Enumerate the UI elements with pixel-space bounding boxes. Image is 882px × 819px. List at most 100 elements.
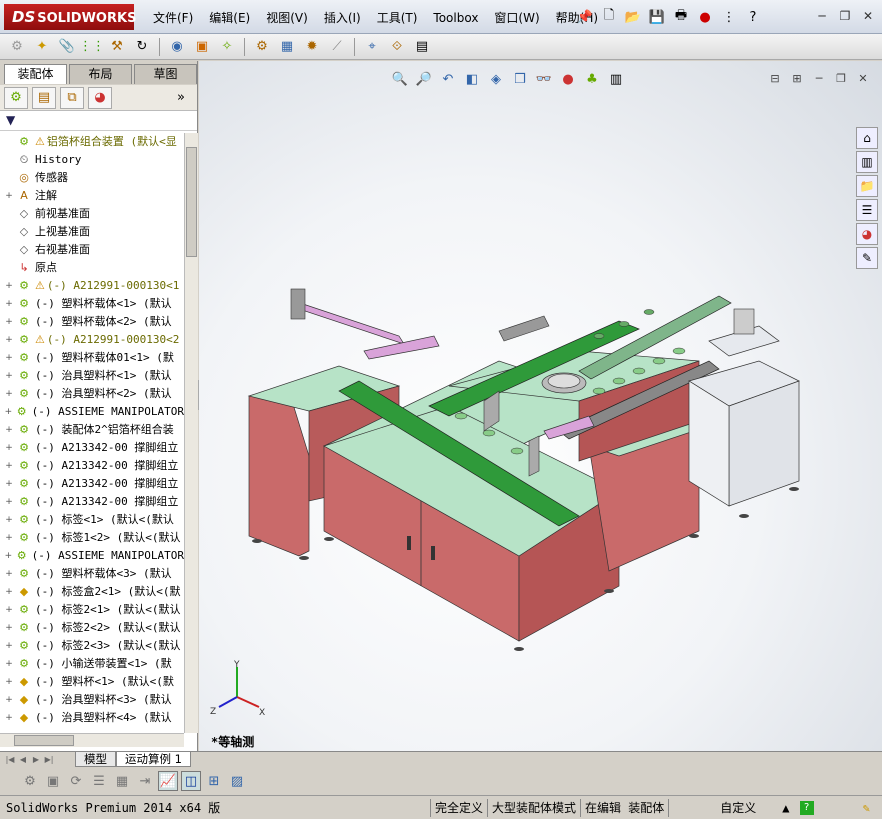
restore-icon[interactable]: ❐ (835, 7, 855, 25)
units-selector[interactable]: 自定义 (698, 799, 778, 817)
display-manager-icon[interactable]: ◕ (88, 86, 112, 109)
autokey-icon[interactable]: ⇥ (135, 771, 155, 791)
expand-icon[interactable]: + (4, 583, 14, 601)
rebuild-options-icon[interactable]: ⋮ (719, 7, 739, 27)
bill-of-materials-icon[interactable]: ▦ (276, 37, 298, 57)
tree-item[interactable]: + ⚙ (-) 标签1<2> (默认<(默认 (0, 529, 184, 547)
tab-motion-study[interactable]: 运动算例 1 (116, 752, 191, 767)
expand-icon[interactable]: + (4, 277, 14, 295)
tree-item[interactable]: + ⚙ (-) A213342-00 撑脚组立 (0, 439, 184, 457)
tree-item[interactable]: + ⚙ (-) 标签2<2> (默认<(默认 (0, 619, 184, 637)
scroll-thumb[interactable] (14, 735, 74, 746)
solidworks-logo[interactable]: DS SOLIDWORKS (4, 4, 136, 30)
expand-icon[interactable]: + (4, 601, 14, 619)
help-icon[interactable]: ? (799, 800, 814, 815)
expand-icon[interactable]: + (4, 331, 14, 349)
tree-item[interactable]: ↳ 原点 (0, 259, 184, 277)
tree-item[interactable]: ◇ 前视基准面 (0, 205, 184, 223)
expand-icon[interactable]: + (4, 547, 13, 565)
tree-item[interactable]: ◇ 上视基准面 (0, 223, 184, 241)
menu-view[interactable]: 视图(V) (258, 9, 316, 27)
tree-item[interactable]: + ⚙ ⚠ (-) A212991-000130<2 (0, 331, 184, 349)
expand-icon[interactable]: + (4, 709, 14, 727)
expand-panel-icon[interactable]: » (169, 87, 193, 109)
minimize-icon[interactable]: ─ (812, 7, 832, 25)
tree-item[interactable]: + ⚙ (-) 装配体2^铝箔杯组合装 (0, 421, 184, 439)
tab-layout[interactable]: 布局 (69, 64, 132, 84)
tree-item[interactable]: + ⚙ (-) ASSIEME MANIPOLATOR (0, 547, 184, 565)
tree-item[interactable]: + ⚙ (-) 小输送带装置<1> (默 (0, 655, 184, 673)
expand-icon[interactable]: + (4, 349, 14, 367)
expand-icon[interactable]: + (4, 691, 14, 709)
save-icon[interactable]: 💾 (647, 7, 667, 27)
tree-root[interactable]: ⚙ ⚠ 铝箔杯组合装置 (默认<显 (0, 133, 184, 151)
expand-icon[interactable]: + (4, 457, 14, 475)
tree-item[interactable]: ⏲ History (0, 151, 184, 169)
save-animation-icon[interactable]: ▨ (227, 771, 247, 791)
first-tab-icon[interactable]: |◀ (4, 754, 16, 766)
new-motion-study-icon[interactable]: ⚙ (251, 37, 273, 57)
expand-icon[interactable]: + (4, 673, 14, 691)
play-from-start-icon[interactable]: ▣ (43, 771, 63, 791)
expand-icon[interactable]: + (4, 421, 14, 439)
tag-icon[interactable]: ✎ (859, 799, 874, 817)
playback-speed-icon[interactable]: ▦ (112, 771, 132, 791)
tab-model[interactable]: 模型 (75, 752, 116, 767)
feature-manager-tree-icon[interactable]: ⚙ (4, 86, 28, 109)
tree-horizontal-scrollbar[interactable] (0, 733, 184, 747)
tree-item[interactable]: ◇ 右视基准面 (0, 241, 184, 259)
expand-icon[interactable]: + (4, 313, 14, 331)
interference-detection-icon[interactable]: ⌖ (361, 37, 383, 57)
menu-toolbox[interactable]: Toolbox (425, 9, 486, 27)
configuration-manager-icon[interactable]: ⧉ (60, 86, 84, 109)
assembly-features-icon[interactable]: ▣ (191, 37, 213, 57)
tree-item[interactable]: + ⚙ (-) 塑料杯载体<2> (默认 (0, 313, 184, 331)
expand-icon[interactable]: + (4, 385, 14, 403)
calculate-icon[interactable]: ⚙ (20, 771, 40, 791)
expand-icon[interactable]: + (4, 655, 14, 673)
tree-item[interactable]: + ⚙ (-) 标签<1> (默认<(默认 (0, 511, 184, 529)
expand-icon[interactable]: + (4, 475, 14, 493)
menu-tools[interactable]: 工具(T) (369, 9, 426, 27)
results-plot-icon[interactable]: 📈 (158, 771, 178, 791)
tree-item[interactable]: + ⚙ (-) 标签2<3> (默认<(默认 (0, 637, 184, 655)
tab-assembly[interactable]: 装配体 (4, 64, 67, 84)
expand-icon[interactable]: + (4, 565, 14, 583)
tree-filter[interactable]: ▼ (0, 111, 197, 131)
expand-icon[interactable]: + (4, 403, 13, 421)
prev-tab-icon[interactable]: ◀ (17, 754, 29, 766)
property-manager-icon[interactable]: ▤ (32, 86, 56, 109)
tree-item[interactable]: + ⚙ (-) 治具塑料杯<2> (默认 (0, 385, 184, 403)
insert-component-icon[interactable]: ⚙ (6, 37, 28, 57)
exploded-view-icon[interactable]: ✹ (301, 37, 323, 57)
play-icon[interactable]: ⟳ (66, 771, 86, 791)
tree-item[interactable]: + ⚙ ⚠ (-) A212991-000130<1 (0, 277, 184, 295)
new-part-icon[interactable]: ✦ (31, 37, 53, 57)
tree-item[interactable]: + ⚙ (-) A213342-00 撑脚组立 (0, 493, 184, 511)
tab-sketch[interactable]: 草图 (134, 64, 197, 84)
tree-item[interactable]: + ◆ (-) 治具塑料杯<3> (默认 (0, 691, 184, 709)
expand-icon[interactable]: + (4, 295, 14, 313)
tree-item[interactable]: + ⚙ (-) 治具塑料杯<1> (默认 (0, 367, 184, 385)
scroll-thumb[interactable] (186, 147, 197, 257)
graphics-area[interactable]: 🔍 🔎 ↶ ◧ ◈ ❒ 👓 ● ♣ ▥ ⊟ ⊞ ─ ❐ ✕ ⌂ ▥ 📁 ☰ ◕ … (199, 61, 882, 751)
tree-item[interactable]: ◎ 传感器 (0, 169, 184, 187)
linear-pattern-icon[interactable]: ⋮⋮ (79, 37, 105, 57)
expand-icon[interactable]: + (4, 439, 14, 457)
menu-window[interactable]: 窗口(W) (486, 9, 547, 27)
tree-item[interactable]: + A 注解 (0, 187, 184, 205)
menu-insert[interactable]: 插入(I) (316, 9, 369, 27)
expand-icon[interactable]: + (4, 637, 14, 655)
print-icon[interactable]: 🖶 (671, 7, 691, 27)
last-tab-icon[interactable]: ▶| (43, 754, 55, 766)
help-icon[interactable]: ? (743, 7, 763, 27)
smart-fasteners-icon[interactable]: ⚒ (106, 37, 128, 57)
tree-item[interactable]: + ⚙ (-) 塑料杯载体<3> (默认 (0, 565, 184, 583)
tree-item[interactable]: + ◆ (-) 标签盒2<1> (默认<(默 (0, 583, 184, 601)
tree-item[interactable]: + ⚙ (-) 塑料杯载体01<1> (默 (0, 349, 184, 367)
instant3d-icon[interactable]: ▤ (411, 37, 433, 57)
open-folder-icon[interactable]: 📂 (623, 7, 643, 27)
expand-icon[interactable]: + (4, 529, 14, 547)
pin-icon[interactable]: 📌 (575, 7, 595, 27)
tree-item[interactable]: + ⚙ (-) ASSIEME MANIPOLATOR (0, 403, 184, 421)
